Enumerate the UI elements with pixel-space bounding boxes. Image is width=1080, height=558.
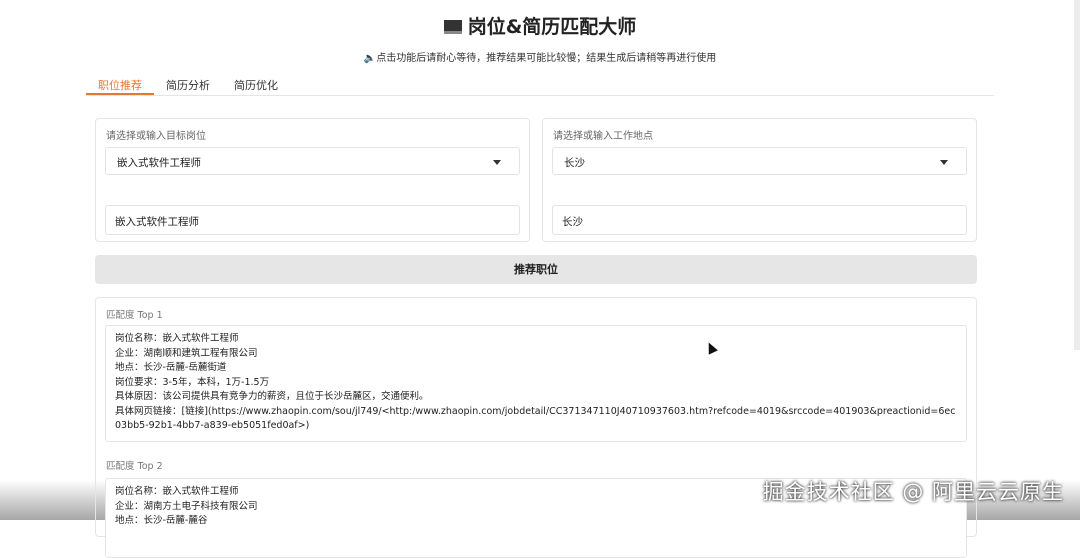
location-label: 请选择或输入工作地点 xyxy=(553,131,653,142)
subtitle: 🔈点击功能后请耐心等待，推荐结果可能比较慢；结果生成后请稍等再进行使用 xyxy=(363,53,717,64)
job-panel: 请选择或输入目标岗位 嵌入式软件工程师 嵌入式软件工程师 xyxy=(95,118,530,242)
watermark: 掘金技术社区 @ 阿里云云原生 xyxy=(762,480,1064,504)
laptop-icon xyxy=(443,20,462,34)
result-line: 地点：长沙-岳麓-岳麓街道 xyxy=(115,362,227,373)
scrollbar[interactable] xyxy=(1074,0,1080,350)
page-title: 岗位&简历匹配大师 xyxy=(0,12,1080,39)
result-label: 匹配度 Top 2 xyxy=(106,461,163,472)
result-line: 岗位要求：3-5年，本科，1万-1.5万 xyxy=(115,376,270,388)
title-text: 岗位&简历匹配大师 xyxy=(467,16,637,38)
location-dropdown[interactable]: 长沙 xyxy=(552,147,967,175)
job-selected: 嵌入式软件工程师 xyxy=(117,157,201,169)
location-panel: 请选择或输入工作地点 长沙 长沙 xyxy=(542,118,977,242)
location-selected: 长沙 xyxy=(564,157,585,169)
result-line: 具体原因：该公司提供具有竞争力的薪资，且位于长沙岳麓区，交通便利。 xyxy=(115,391,429,402)
tab-resume-analysis[interactable]: 简历分析 xyxy=(154,72,222,95)
job-dropdown[interactable]: 嵌入式软件工程师 xyxy=(105,147,520,175)
result-line: 地点：长沙-岳麓-麓谷 xyxy=(115,515,208,526)
tab-job-recommend[interactable]: 职位推荐 xyxy=(86,72,154,95)
chevron-down-icon xyxy=(940,160,948,165)
tab-resume-optimize[interactable]: 简历优化 xyxy=(222,72,290,95)
job-input[interactable]: 嵌入式软件工程师 xyxy=(105,205,520,235)
job-label: 请选择或输入目标岗位 xyxy=(106,131,206,142)
tab-bar: 职位推荐 简历分析 简历优化 xyxy=(86,72,994,96)
result-box: 岗位名称：嵌入式软件工程师 企业：湖南顺和建筑工程有限公司 地点：长沙-岳麓-岳… xyxy=(105,325,967,442)
chevron-down-icon xyxy=(493,160,501,165)
recommend-button[interactable]: 推荐职位 xyxy=(95,255,977,284)
result-link[interactable]: 具体网页链接：[链接](https://www.zhaopin.com/sou/… xyxy=(115,405,957,434)
result-line: 企业：湖南顺和建筑工程有限公司 xyxy=(115,347,258,359)
location-input[interactable]: 长沙 xyxy=(552,205,967,235)
result-label: 匹配度 Top 1 xyxy=(106,310,163,321)
result-line: 岗位名称：嵌入式软件工程师 xyxy=(115,333,239,344)
